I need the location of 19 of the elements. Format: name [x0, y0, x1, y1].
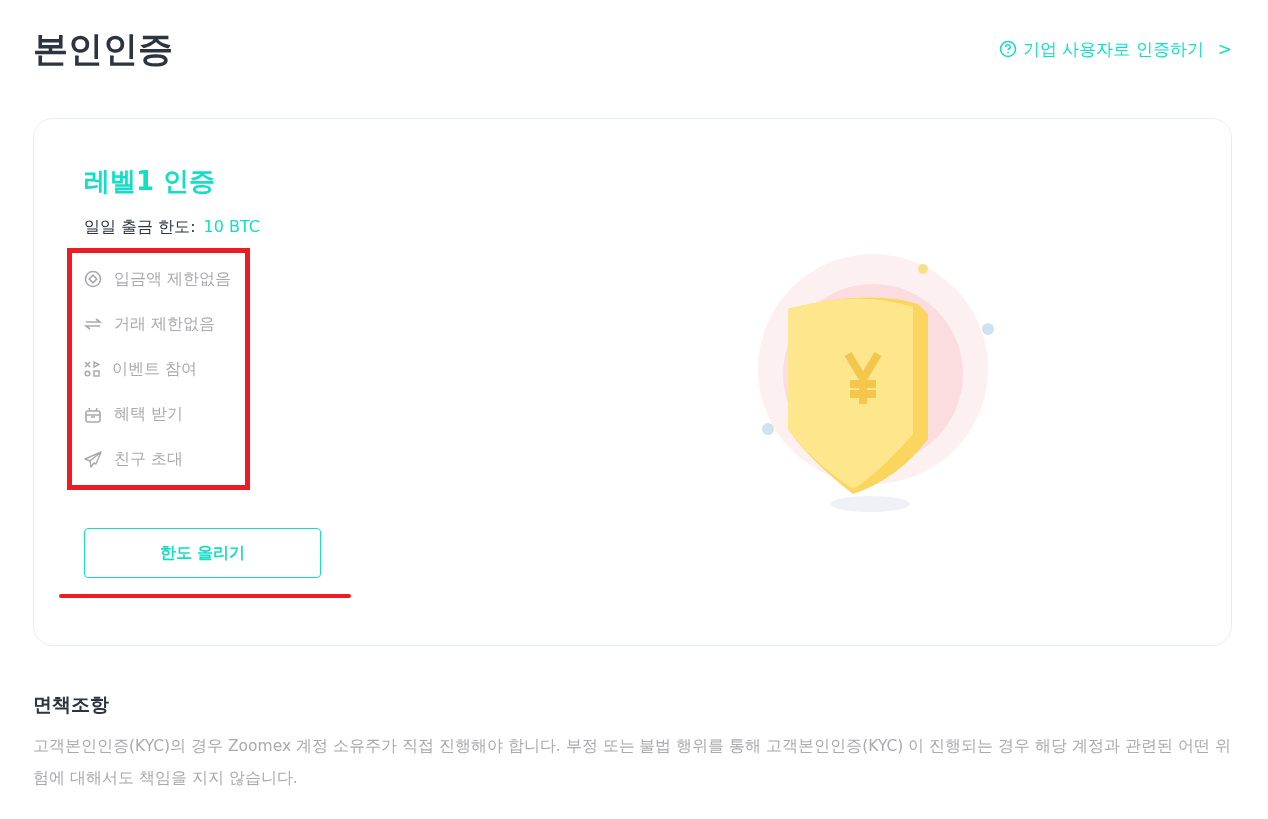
business-verification-link[interactable]: 기업 사용자로 인증하기 >	[998, 37, 1232, 61]
raise-limit-button[interactable]: 한도 올리기	[84, 528, 321, 578]
limit-label: 일일 출금 한도:	[84, 217, 196, 238]
swap-icon	[84, 317, 102, 331]
feature-label: 거래 제한없음	[114, 313, 216, 335]
disclaimer-text: 고객본인인증(KYC)의 경우 Zoomex 계정 소유주가 직접 진행해야 합니다. 부정 또는 불법 행위를 통해 고객본인인증(KYC) 이 진행되는 경우 해당 계정과 관련된 어떤 위험에 대해서도 책임을 지지 않습니다.	[33, 736, 1232, 789]
feature-label: 혜택 받기	[114, 403, 184, 425]
gift-icon	[84, 405, 102, 423]
grid-icon	[84, 361, 100, 377]
feature-label: 이벤트 참여	[112, 358, 198, 380]
paper-plane-icon	[84, 450, 102, 468]
level-title: 레벨1 인증	[84, 165, 217, 198]
target-icon	[84, 270, 102, 288]
feature-label: 친구 초대	[114, 448, 184, 470]
limit-value: 10 BTC	[203, 217, 260, 238]
disclaimer-title: 면책조항	[33, 692, 110, 717]
feature-label: 입금액 제한없음	[114, 268, 232, 290]
help-icon	[998, 40, 1017, 58]
page-title: 본인인증	[33, 27, 173, 71]
